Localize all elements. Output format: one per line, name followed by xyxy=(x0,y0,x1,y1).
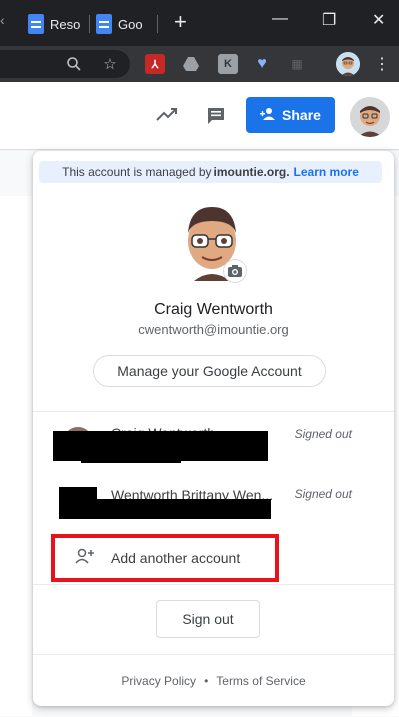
privacy-policy-link[interactable]: Privacy Policy xyxy=(121,674,196,688)
drive-extension-icon[interactable] xyxy=(181,54,201,74)
person-add-icon xyxy=(75,548,99,568)
divider xyxy=(33,584,394,585)
docs-icon xyxy=(96,14,112,34)
browser-tab-1[interactable]: Reso xyxy=(28,10,80,38)
account-name: Craig Wentworth xyxy=(154,301,273,318)
footer-separator: • xyxy=(204,674,209,688)
learn-more-link[interactable]: Learn more xyxy=(294,165,359,179)
redaction-bar xyxy=(81,443,181,463)
account-row-1[interactable]: Craig Wentworth Signed out xyxy=(33,421,394,481)
browser-toolbar: ☆ ⅄ K ♥ ▦ ⋮ xyxy=(0,46,399,82)
browser-tabstrip: ‹ Reso Goo + — ❐ ✕ xyxy=(0,0,399,46)
camera-icon[interactable] xyxy=(223,259,247,283)
tab-divider xyxy=(89,15,90,33)
account-avatar-button[interactable] xyxy=(350,97,390,137)
address-bar[interactable]: ☆ xyxy=(0,50,130,78)
activity-trend-icon[interactable] xyxy=(156,106,178,127)
profile-avatar-icon[interactable] xyxy=(336,52,360,76)
browser-menu-icon[interactable]: ⋮ xyxy=(372,54,392,74)
tab-title: Reso xyxy=(50,16,81,32)
managed-account-notice: This account is managed by imountie.org.… xyxy=(39,161,382,183)
tab-scroll-left-icon[interactable]: ‹ xyxy=(0,12,5,28)
close-window-button[interactable]: ✕ xyxy=(372,10,385,30)
browser-tab-2[interactable]: Goo xyxy=(96,10,143,38)
tab-title: Goo xyxy=(118,16,143,32)
share-label: Share xyxy=(282,107,321,123)
account-email: cwentworth@imountie.org xyxy=(138,322,289,337)
pdf-extension-icon[interactable]: ⅄ xyxy=(145,54,165,74)
redaction-bar xyxy=(59,499,271,519)
grid-extension-icon[interactable]: ▦ xyxy=(287,54,307,74)
account-row-2[interactable]: Wentworth Brittany Wen... Signed out xyxy=(33,481,394,541)
divider xyxy=(33,411,394,412)
account-popup: This account is managed by imountie.org.… xyxy=(33,151,394,706)
docs-icon xyxy=(28,14,44,34)
sign-out-button[interactable]: Sign out xyxy=(156,600,260,638)
k-extension-icon[interactable]: K xyxy=(218,54,238,74)
signed-out-status: Signed out xyxy=(294,487,352,501)
tab-divider xyxy=(157,15,158,33)
share-button[interactable]: Share xyxy=(246,97,335,133)
popup-footer: Privacy Policy • Terms of Service xyxy=(33,670,394,692)
diamond-extension-icon[interactable]: ♥ xyxy=(252,54,272,74)
new-tab-button[interactable]: + xyxy=(174,10,187,34)
docs-header: Share xyxy=(0,82,399,150)
divider xyxy=(33,654,394,655)
search-zoom-icon[interactable] xyxy=(64,54,84,74)
terms-of-service-link[interactable]: Terms of Service xyxy=(216,674,305,688)
minimize-button[interactable]: — xyxy=(272,10,288,28)
add-another-account-button[interactable]: Add another account xyxy=(51,534,279,582)
managed-domain: imountie.org. xyxy=(213,165,290,179)
add-account-label: Add another account xyxy=(111,550,241,566)
managed-prefix: This account is managed by xyxy=(62,165,212,179)
signed-out-status: Signed out xyxy=(294,427,352,441)
person-add-icon xyxy=(260,107,276,123)
manage-account-button[interactable]: Manage your Google Account xyxy=(93,355,326,387)
document-page xyxy=(0,196,32,716)
restore-button[interactable]: ❐ xyxy=(322,10,336,30)
bookmark-star-icon[interactable]: ☆ xyxy=(100,54,120,74)
comment-icon[interactable] xyxy=(206,106,226,131)
